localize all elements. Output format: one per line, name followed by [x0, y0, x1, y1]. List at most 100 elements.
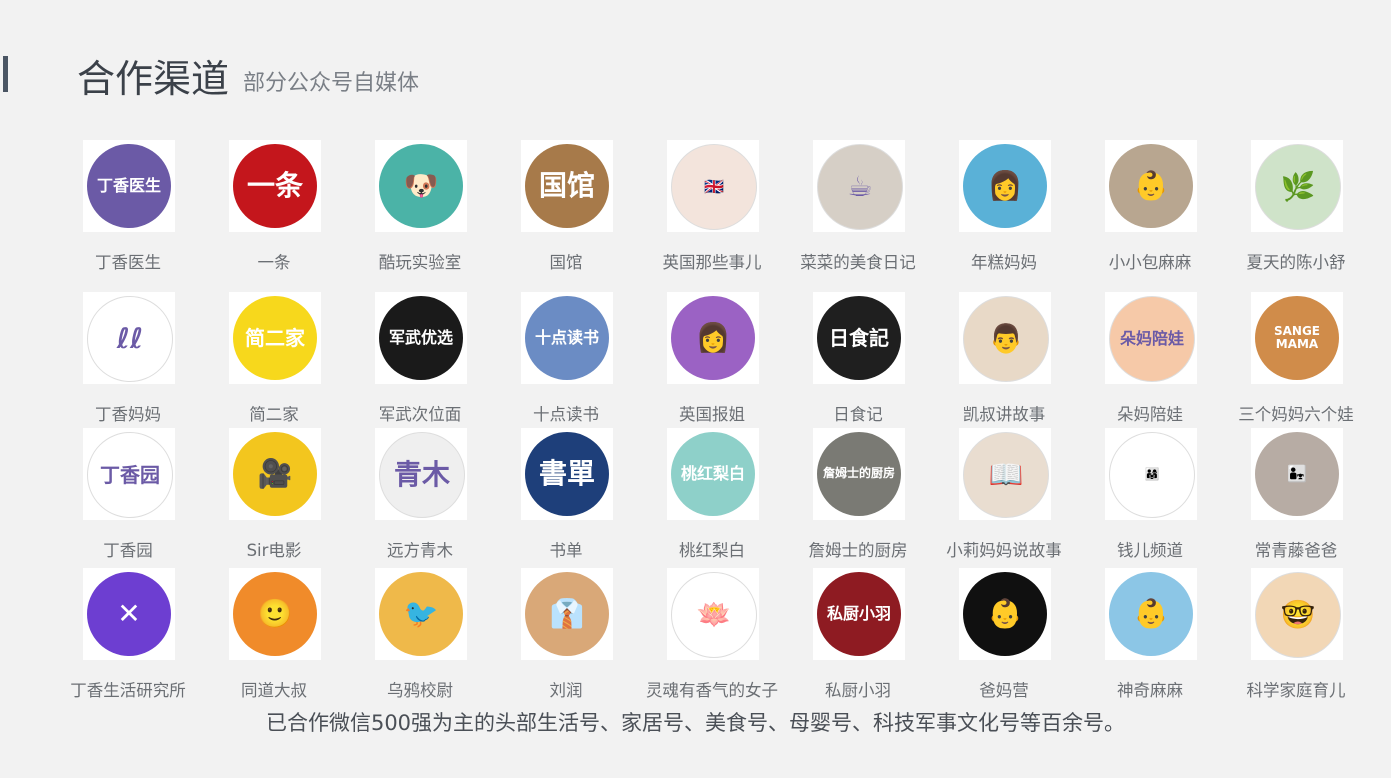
partner-row: 丁香医生 丁香医生 一条 一条 🐶 酷玩实验室 国馆 国馆 🇬🇧 英国那些事儿 ☕ 菜菜的美食日记 👩 年…: [55, 140, 1346, 275]
partner-item: 🇬🇧 英国那些事儿: [639, 140, 785, 275]
partner-item: 私厨小羽 私厨小羽: [785, 568, 931, 703]
partner-logo-frame: ✕: [83, 568, 175, 660]
photo-avatar: 👩: [963, 144, 1047, 228]
partner-logo-frame: 書單: [521, 428, 613, 520]
sichu-logo: 私厨小羽: [817, 572, 901, 656]
partner-item: 军武优选 军武次位面: [347, 292, 493, 427]
partner-name: 科学家庭育儿: [1246, 681, 1346, 700]
ink-circle-logo: 青木: [379, 432, 465, 518]
partner-logo-frame: 📖: [959, 428, 1051, 520]
photo-avatar: 👨‍👧: [1255, 432, 1339, 516]
cat-bowl-logo: 日食記: [817, 296, 901, 380]
lotus-icon: 🪷: [671, 572, 757, 658]
partner-logo-frame: 👔: [521, 568, 613, 660]
partner-item: 👨‍👧 常青藤爸爸: [1223, 428, 1369, 563]
partner-item: 🪷 灵魂有香气的女子: [639, 568, 785, 703]
partner-item: 十点读书 十点读书: [493, 292, 639, 427]
partner-item: 👩 年糕妈妈: [931, 140, 1077, 275]
shudan-logo: 書單: [525, 432, 609, 516]
partner-item: 👨‍👩‍👧 钱儿频道: [1077, 428, 1223, 563]
partner-logo-frame: 👶: [1105, 568, 1197, 660]
footer-note: 已合作微信500强为主的头部生活号、家居号、美食号、母婴号、科技军事文化号等百余…: [265, 711, 1126, 735]
partner-logo-frame: 丁香园: [83, 428, 175, 520]
partner-logo-frame: 日食記: [813, 292, 905, 384]
baby-photo-avatar: 👶: [1109, 144, 1193, 228]
teacup-icon: 桃红梨白: [671, 432, 755, 516]
partner-item: ℓℓ 丁香妈妈: [55, 292, 201, 427]
partner-logo-frame: 一条: [229, 140, 321, 232]
partner-item: 丁香医生 丁香医生: [55, 140, 201, 275]
partner-item: 👩 英国报姐: [639, 292, 785, 427]
partner-item: 👨 凯叔讲故事: [931, 292, 1077, 427]
partner-logo-frame: 🎥: [229, 428, 321, 520]
photo-avatar: ☕: [817, 144, 903, 230]
crow-icon: 🐦: [379, 572, 463, 656]
partner-item: 🐦 乌鸦校尉: [347, 568, 493, 703]
partner-item: 青木 远方青木: [347, 428, 493, 563]
partner-item: 🙂 同道大叔: [201, 568, 347, 703]
page-title: 合作渠道: [77, 57, 230, 101]
partner-item: 🎥 Sir电影: [201, 428, 347, 563]
partner-logo-frame: 朵妈陪娃: [1105, 292, 1197, 384]
partner-name: 常青藤爸爸: [1254, 541, 1338, 560]
page-subtitle: 部分公众号自媒体: [243, 71, 420, 96]
partner-item: 🤓 科学家庭育儿: [1223, 568, 1369, 703]
bulldog-icon: 🐶: [379, 144, 463, 228]
partner-logo-frame: 👩: [959, 140, 1051, 232]
partner-logo-frame: ℓℓ: [83, 292, 175, 384]
partner-item: 日食記 日食记: [785, 292, 931, 427]
partner-item: 詹姆士的厨房 詹姆士的厨房: [785, 428, 931, 563]
partner-logo-frame: 私厨小羽: [813, 568, 905, 660]
glasses-man-icon: 🤓: [1255, 572, 1341, 658]
camera-face-icon: 🎥: [233, 432, 317, 516]
partner-logo-frame: 🐶: [375, 140, 467, 232]
photo-avatar: 👶: [963, 572, 1047, 656]
uncle-face-icon: 🙂: [233, 572, 317, 656]
partner-row: ✕ 丁香生活研究所 🙂 同道大叔 🐦 乌鸦校尉 👔 刘润 🪷 灵魂有香气的女子 私厨小羽 私厨小羽 👶 爸…: [55, 568, 1346, 703]
partner-row: 丁香园 丁香园 🎥 Sir电影 青木 远方青木 書單 书单 桃红梨白 桃红梨白 詹姆士的厨房 詹姆士的…: [55, 428, 1345, 563]
partner-logo-frame: 丁香医生: [83, 140, 175, 232]
partner-item: 👶 爸妈营: [931, 568, 1077, 703]
partner-logo-frame: 👩: [667, 292, 759, 384]
guoguan-logo: 国馆: [525, 144, 609, 228]
partner-logo-frame: 🙂: [229, 568, 321, 660]
partner-logo-frame: 👶: [1105, 140, 1197, 232]
three-moms-logo: SANGE MAMA: [1255, 296, 1339, 380]
dingxiang-mama-logo: ℓℓ: [87, 296, 173, 382]
partner-item: 丁香园 丁香园: [55, 428, 201, 563]
photo-avatar: 👨: [963, 296, 1049, 382]
title-accent-bar: [3, 56, 8, 92]
partner-row: ℓℓ 丁香妈妈 简二家 简二家 军武优选 军武次位面 十点读书 十点读书 👩 英国报姐 日食記 日食记…: [55, 292, 1354, 427]
partner-logo-frame: 简二家: [229, 292, 321, 384]
lilac-flower-icon: 丁香医生: [87, 144, 171, 228]
partner-item: 桃红梨白 桃红梨白: [639, 428, 785, 563]
lilac-flower-icon: 丁香园: [87, 432, 173, 518]
partner-logo-frame: 桃红梨白: [667, 428, 759, 520]
lilac-flower-icon: ✕: [87, 572, 171, 656]
partner-logo-frame: 军武优选: [375, 292, 467, 384]
kitchen-logo: 詹姆士的厨房: [817, 432, 901, 516]
yitiao-logo: 一条: [233, 144, 317, 228]
partner-logo-frame: 詹姆士的厨房: [813, 428, 905, 520]
partner-logo-frame: 👨: [959, 292, 1051, 384]
cartoon-family-icon: 👨‍👩‍👧: [1109, 432, 1195, 518]
illustration-avatar: 🌿: [1255, 144, 1341, 230]
partner-logo-frame: 👶: [959, 568, 1051, 660]
cartoon-girl-icon: 👩: [671, 296, 755, 380]
partner-logo-frame: 🇬🇧: [667, 140, 759, 232]
partner-logo-frame: ☕: [813, 140, 905, 232]
junwu-logo: 军武优选: [379, 296, 463, 380]
partner-item: 简二家 简二家: [201, 292, 347, 427]
partner-logo-frame: 国馆: [521, 140, 613, 232]
partner-item: ✕ 丁香生活研究所: [55, 568, 201, 703]
partner-item: 国馆 国馆: [493, 140, 639, 275]
partner-name: 夏天的陈小舒: [1246, 253, 1346, 272]
partner-logo-frame: 👨‍👩‍👧: [1105, 428, 1197, 520]
partner-logo-frame: 🐦: [375, 568, 467, 660]
partner-logo-frame: 🤓: [1251, 568, 1343, 660]
photo-avatar: 📖: [963, 432, 1049, 518]
partner-logo-frame: 👨‍👧: [1251, 428, 1343, 520]
house-icon: 简二家: [233, 296, 317, 380]
partner-logo-frame: 青木: [375, 428, 467, 520]
partner-logo-frame: 十点读书: [521, 292, 613, 384]
